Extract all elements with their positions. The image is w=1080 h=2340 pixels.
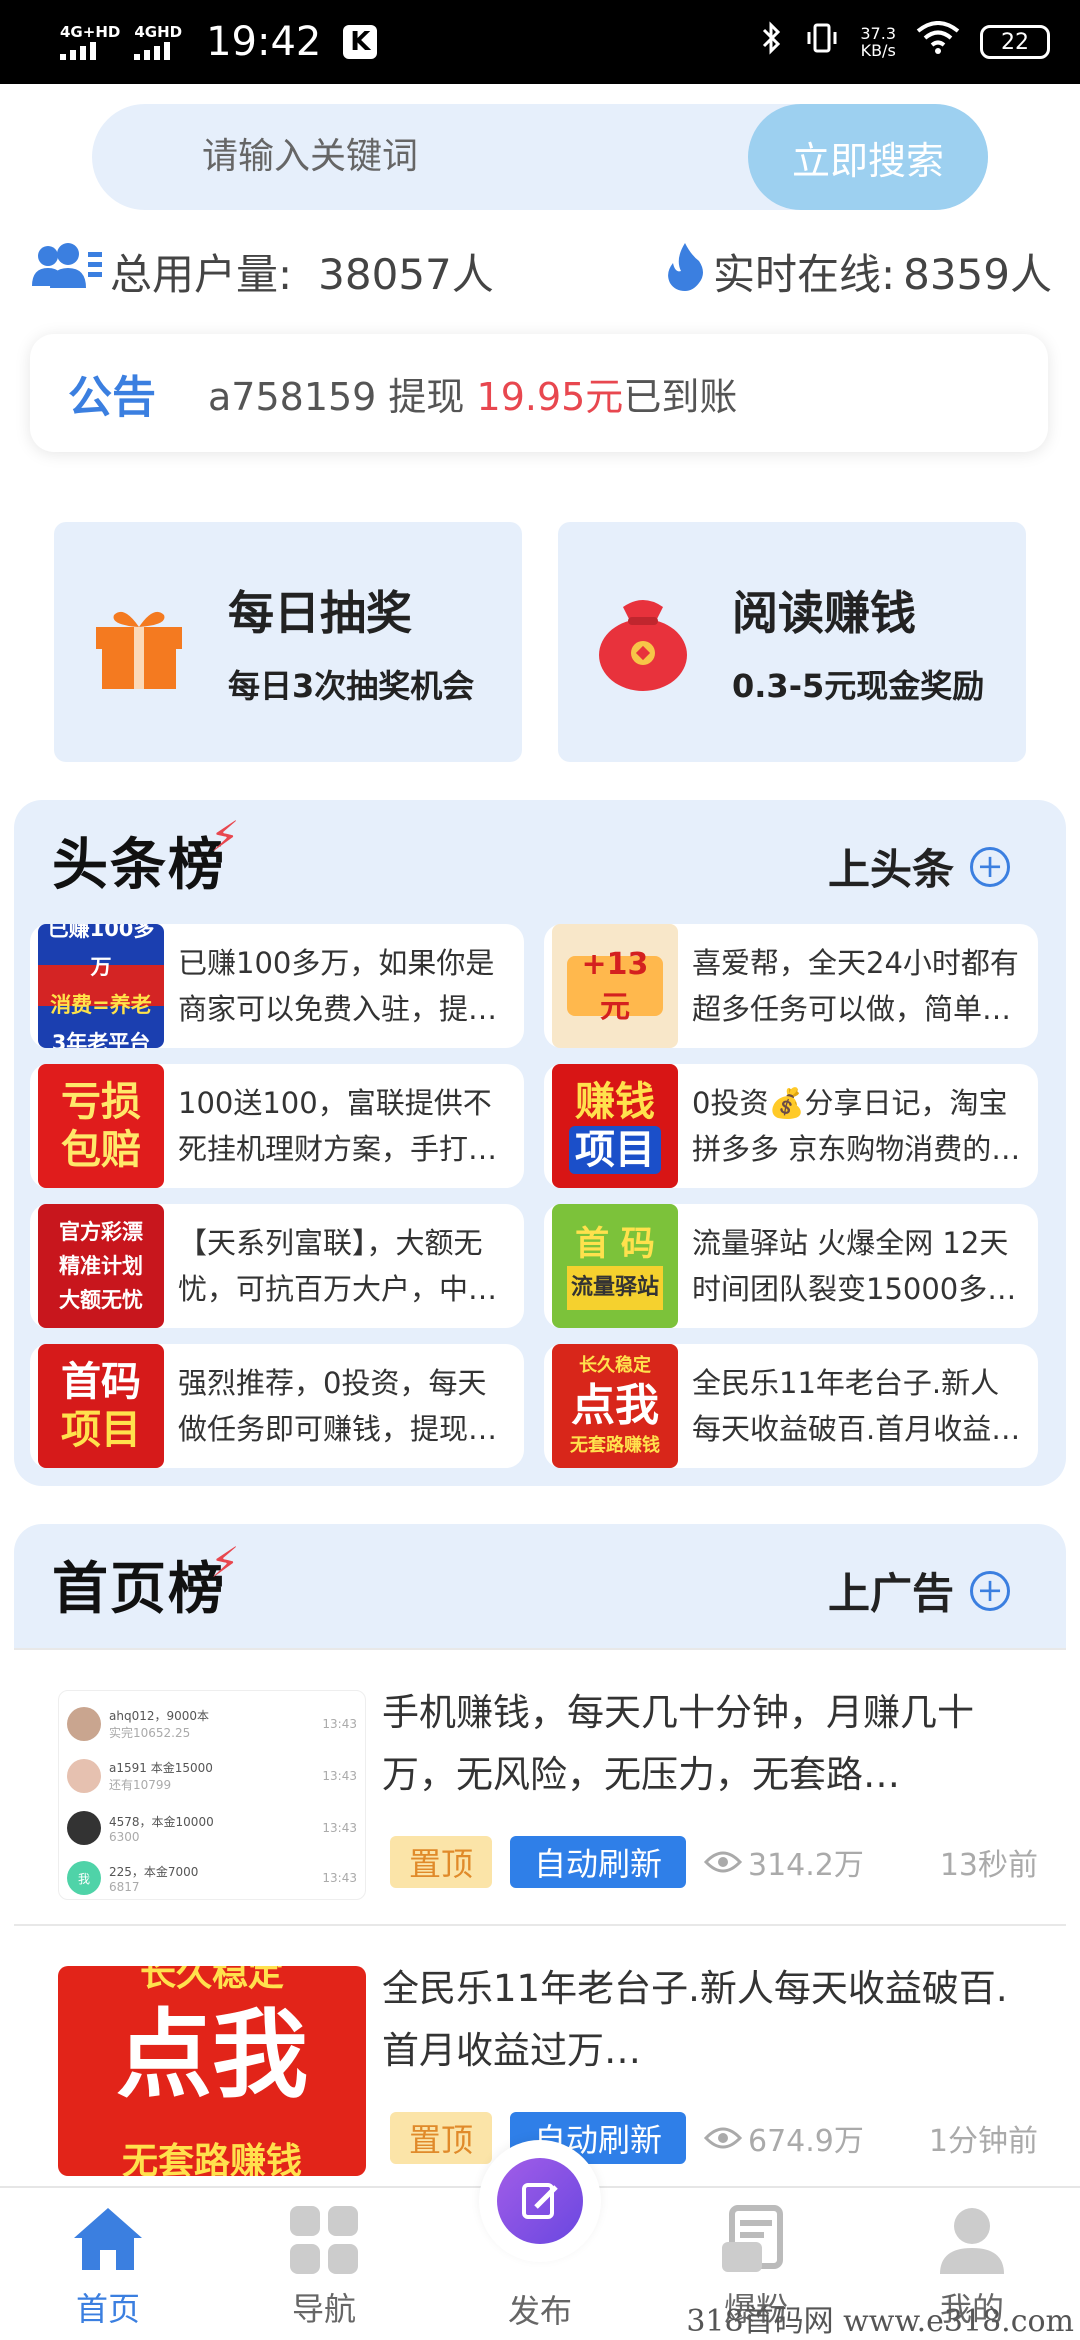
item-text: 流量驿站 火爆全网 12天时间团队裂变15000多人 累… bbox=[692, 1226, 1017, 1306]
view-count: 674.9万 bbox=[704, 2116, 864, 2160]
plus-icon: + bbox=[970, 1570, 1010, 1611]
status-bar: 4G+HD 4GHD 19:42 K 37.3 KB/s 22 bbox=[0, 0, 1080, 84]
post-time: 1分钟前 bbox=[928, 2124, 1038, 2159]
item-text: 喜爱帮，全天24小时都有超多任务可以做，简单好做… bbox=[692, 946, 1019, 1026]
headline-submit-button[interactable]: 上头条 + bbox=[828, 836, 1010, 897]
bolt-icon: ⚡ bbox=[210, 1538, 240, 1587]
item-text: 已赚100多万，如果你是商家可以免费入驻，提高自… bbox=[178, 946, 498, 1026]
headline-board: 头条榜 ⚡ 上头条 + 已赚100多万 消费=养老 3年老平台 已赚100多万，… bbox=[14, 800, 1066, 1486]
signal-1: 4G+HD bbox=[60, 22, 121, 60]
item-thumbnail: ahq012，9000本 实完10652.25 13:43 a1591 本金150… bbox=[58, 1690, 366, 1900]
network-type-1: 4G+HD bbox=[60, 22, 121, 41]
divider bbox=[14, 1648, 1066, 1650]
publish-button[interactable] bbox=[479, 2140, 601, 2262]
signal-bars-icon bbox=[60, 40, 96, 60]
money-bag-icon bbox=[588, 587, 698, 697]
announcement-bar[interactable]: 公告 a758159 提现 19.95元已到账 bbox=[30, 334, 1048, 452]
stats-row: 总用户量: 38057人 实时在线: 8359人 bbox=[32, 236, 1052, 306]
gift-icon bbox=[84, 587, 194, 697]
withdraw-amount: 19.95元 bbox=[476, 374, 624, 419]
home-board-title: 首页榜 bbox=[52, 1557, 226, 1622]
item-thumbnail: 长久稳定 点我 无套路赚钱 bbox=[552, 1344, 678, 1468]
item-thumbnail: 首码 项目 bbox=[38, 1344, 164, 1468]
item-title: 全民乐11年老台子.新人每天收益破百.首月收益过万… bbox=[382, 1967, 1008, 2072]
headline-board-title: 头条榜 bbox=[52, 833, 226, 898]
post-time: 13秒前 bbox=[939, 1848, 1038, 1883]
home-board: 首页榜 ⚡ 上广告 + bbox=[14, 1524, 1066, 1648]
edit-icon bbox=[497, 2158, 583, 2244]
item-thumbnail: 首 码 流量驿站 bbox=[552, 1204, 678, 1328]
announcement-text: a758159 提现 19.95元已到账 bbox=[208, 374, 738, 419]
home-list-item[interactable]: ahq012，9000本 实完10652.25 13:43 a1591 本金150… bbox=[58, 1690, 1038, 1900]
search-bar: 立即搜索 bbox=[92, 104, 988, 210]
daily-lottery-card[interactable]: 每日抽奖 每日3次抽奖机会 bbox=[54, 522, 522, 762]
search-button[interactable]: 立即搜索 bbox=[748, 104, 988, 210]
item-thumbnail: 已赚100多万 消费=养老 3年老平台 bbox=[38, 924, 164, 1048]
network-speed: 37.3 KB/s bbox=[860, 24, 896, 60]
search-input[interactable] bbox=[202, 104, 702, 210]
signal-bars-icon bbox=[134, 40, 171, 60]
headline-item[interactable]: 首 码 流量驿站 流量驿站 火爆全网 12天时间团队裂变15000多人 累… bbox=[544, 1204, 1038, 1328]
headline-item[interactable]: +13元 喜爱帮，全天24小时都有超多任务可以做，简单好做… bbox=[544, 924, 1038, 1048]
online-value: 8359人 bbox=[903, 249, 1052, 299]
battery-icon: 22 bbox=[980, 25, 1050, 59]
read-earn-card[interactable]: 阅读赚钱 0.3-5元现金奖励 bbox=[558, 522, 1026, 762]
clock: 19:42 bbox=[206, 19, 322, 65]
headline-item[interactable]: 赚钱 项目 0投资💰分享日记，淘宝 拼多多 京东购物消费的钱 … bbox=[544, 1064, 1038, 1188]
item-text: 【天系列富联】，大额无忧，可抗百万大户，中立… bbox=[178, 1226, 483, 1306]
feature-title: 阅读赚钱 bbox=[732, 586, 916, 640]
headline-item[interactable]: 官方彩漂 精准计划 大额无忧 【天系列富联】，大额无忧，可抗百万大户，中立… bbox=[30, 1204, 524, 1328]
nav-guide[interactable]: 导航 bbox=[264, 2202, 384, 2330]
item-text: 全民乐11年老台子.新人每天收益破百.首月收益过… bbox=[692, 1366, 1000, 1446]
item-thumbnail: 亏损 包赔 bbox=[38, 1064, 164, 1188]
item-thumbnail: 官方彩漂 精准计划 大额无忧 bbox=[38, 1204, 164, 1328]
bluetooth-icon bbox=[760, 20, 784, 64]
signal-2: 4GHD bbox=[134, 22, 183, 60]
users-icon bbox=[32, 242, 102, 300]
headline-item[interactable]: 首码 项目 强烈推荐，0投资，每天做任务即可赚钱，提现秒提… bbox=[30, 1344, 524, 1468]
online-label: 实时在线: bbox=[712, 249, 896, 299]
total-users: 总用户量: 38057人 bbox=[32, 241, 494, 302]
app-notification-icon: K bbox=[343, 25, 378, 59]
flame-icon bbox=[665, 241, 705, 301]
headline-item[interactable]: 长久稳定 点我 无套路赚钱 全民乐11年老台子.新人每天收益破百.首月收益过… bbox=[544, 1344, 1038, 1468]
feature-subtitle: 0.3-5元现金奖励 bbox=[732, 667, 985, 705]
headline-item[interactable]: 亏损 包赔 100送100，富联提供不死挂机理财方案，手打方案… bbox=[30, 1064, 524, 1188]
feature-subtitle: 每日3次抽奖机会 bbox=[228, 667, 475, 705]
feature-title: 每日抽奖 bbox=[228, 586, 412, 640]
item-text: 100送100，富联提供不死挂机理财方案，手打方案… bbox=[178, 1086, 498, 1166]
card-icon bbox=[718, 2202, 794, 2278]
bolt-icon: ⚡ bbox=[210, 812, 240, 861]
headline-item[interactable]: 已赚100多万 消费=养老 3年老平台 已赚100多万，如果你是商家可以免费入驻… bbox=[30, 924, 524, 1048]
wifi-icon bbox=[916, 21, 960, 63]
divider bbox=[14, 1924, 1066, 1926]
item-text: 强烈推荐，0投资，每天做任务即可赚钱，提现秒提… bbox=[178, 1366, 498, 1446]
item-thumbnail: +13元 bbox=[552, 924, 678, 1048]
item-thumbnail: 赚钱 项目 bbox=[552, 1064, 678, 1188]
home-advertise-button[interactable]: 上广告 + bbox=[828, 1560, 1010, 1621]
plus-icon: + bbox=[970, 846, 1010, 887]
item-text: 0投资💰分享日记，淘宝 拼多多 京东购物消费的钱 … bbox=[692, 1086, 1021, 1166]
home-icon bbox=[70, 2202, 146, 2278]
eye-icon bbox=[704, 2127, 742, 2149]
pinned-tag: 置顶 bbox=[390, 2112, 492, 2164]
total-users-value: 38057人 bbox=[318, 249, 494, 299]
auto-refresh-tag: 自动刷新 bbox=[510, 1836, 686, 1888]
vibrate-icon bbox=[804, 20, 840, 64]
nav-publish-label[interactable]: 发布 bbox=[480, 2286, 600, 2332]
nav-home[interactable]: 首页 bbox=[48, 2202, 168, 2330]
online-users: 实时在线: 8359人 bbox=[665, 241, 1052, 302]
total-users-label: 总用户量: bbox=[110, 249, 293, 299]
user-icon bbox=[934, 2202, 1010, 2278]
grid-icon bbox=[286, 2202, 362, 2278]
announcement-tag: 公告 bbox=[68, 372, 156, 423]
bottom-nav: 首页 导航 发布 爆粉 我的 318首码网 www.e318.com bbox=[0, 2140, 1080, 2340]
item-thumbnail: 长久稳定 点我 无套路赚钱 bbox=[58, 1966, 366, 2176]
eye-icon bbox=[704, 1851, 742, 1873]
watermark: 318首码网 www.e318.com bbox=[686, 2304, 1074, 2339]
network-type-2: 4GHD bbox=[134, 22, 183, 41]
pinned-tag: 置顶 bbox=[390, 1836, 492, 1888]
view-count: 314.2万 bbox=[704, 1840, 864, 1884]
item-title: 手机赚钱，每天几十分钟，月赚几十万，无风险，无压力，无套路… bbox=[382, 1691, 974, 1796]
